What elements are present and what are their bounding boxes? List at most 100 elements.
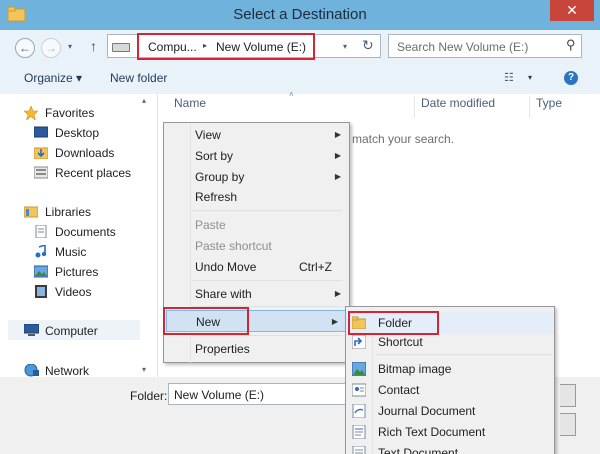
search-input[interactable]: Search New Volume (E:) ⚲ (388, 34, 582, 58)
folder-item-highlight-box (348, 311, 439, 335)
sidebar-label-network: Network (45, 364, 90, 378)
sidebar-item-pictures[interactable]: Pictures (33, 262, 174, 282)
star-icon (23, 105, 39, 121)
submenu-label-journal-document: Journal Document (378, 404, 476, 418)
submenu-arrow-icon: ▶ (331, 317, 338, 326)
search-placeholder: Search New Volume (E:) (397, 40, 529, 54)
submenu-label-bitmap-image: Bitmap image (378, 362, 452, 376)
sidebar-label-libraries: Libraries (45, 205, 92, 219)
submenu-item-bitmap-image[interactable]: Bitmap image (346, 359, 554, 379)
sidebar-label-favorites: Favorites (45, 106, 95, 120)
column-header-date-modified[interactable]: Date modified (421, 96, 495, 116)
sidebar-item-videos[interactable]: Videos (34, 282, 174, 302)
menu-item-paste-shortcut[interactable]: Paste shortcut (164, 236, 349, 256)
address-highlight-box (137, 33, 315, 60)
sidebar-label-videos: Videos (55, 285, 92, 299)
submenu-label-contact: Contact (378, 383, 420, 397)
menu-label-refresh: Refresh (195, 190, 238, 204)
music-icon (34, 243, 48, 258)
window-title: Select a Destination (233, 6, 367, 23)
menu-label-paste: Paste (195, 218, 226, 232)
select-folder-button[interactable] (560, 384, 576, 407)
new-item-highlight-box (163, 307, 249, 335)
menu-item-view[interactable]: View ▶ (164, 125, 349, 145)
submenu-item-journal-document[interactable]: Journal Document (346, 401, 554, 421)
recent-locations-dropdown[interactable]: ▾ (68, 42, 72, 51)
view-options-dropdown[interactable]: ▾ (528, 73, 532, 82)
documents-icon (34, 224, 48, 239)
menu-item-group-by[interactable]: Group by ▶ (164, 167, 349, 187)
sidebar-item-favorites[interactable]: Favorites (23, 103, 164, 123)
menu-item-paste[interactable]: Paste (164, 215, 349, 235)
libraries-icon (23, 205, 39, 218)
folder-field[interactable]: New Volume (E:) (168, 383, 348, 405)
submenu-label-rich-text-document: Rich Text Document (378, 425, 486, 439)
computer-icon (23, 323, 40, 337)
submenu-item-shortcut[interactable]: Shortcut (346, 332, 554, 352)
menu-label-sort-by: Sort by (195, 149, 234, 163)
menu-separator (192, 280, 342, 281)
submenu-item-rich-text-document[interactable]: Rich Text Document (346, 422, 554, 442)
submenu-label-shortcut: Shortcut (378, 335, 423, 349)
close-button[interactable]: ✕ (550, 0, 594, 21)
bitmap-image-icon (351, 361, 367, 377)
column-header-name[interactable]: Name (174, 96, 206, 116)
refresh-icon[interactable]: ↻ (362, 37, 374, 54)
menu-label-undo-move: Undo Move (195, 260, 257, 274)
folder-label: Folder: (130, 389, 168, 403)
pictures-icon (33, 265, 49, 278)
column-header-type[interactable]: Type (536, 96, 562, 116)
column-divider[interactable] (529, 96, 530, 118)
menu-item-refresh[interactable]: Refresh (164, 187, 349, 207)
submenu-item-text-document[interactable]: Text Document (346, 443, 554, 454)
videos-icon (34, 285, 48, 298)
cancel-button[interactable] (560, 413, 576, 436)
submenu-item-contact[interactable]: Contact (346, 380, 554, 400)
search-icon[interactable]: ⚲ (566, 37, 576, 53)
forward-button[interactable]: → (41, 38, 61, 58)
back-button[interactable]: ← (15, 38, 35, 58)
organize-button[interactable]: Organize ▾ (24, 71, 82, 85)
menu-label-paste-shortcut: Paste shortcut (195, 239, 272, 253)
menu-item-undo-move[interactable]: Undo Move Ctrl+Z (164, 257, 349, 277)
sidebar-label-pictures: Pictures (55, 265, 99, 279)
submenu-arrow-icon: ▶ (334, 151, 341, 160)
journal-document-icon (352, 403, 366, 419)
sidebar-label-downloads: Downloads (55, 146, 115, 160)
menu-item-share-with[interactable]: Share with ▶ (164, 284, 349, 304)
desktop-icon (33, 126, 49, 139)
shortcut-icon (351, 334, 367, 350)
sidebar-label-computer: Computer (45, 324, 98, 338)
address-dropdown-icon[interactable]: ▾ (343, 42, 347, 51)
menu-label-share-with: Share with (195, 287, 252, 301)
help-icon[interactable]: ? (564, 71, 578, 85)
sidebar-item-desktop[interactable]: Desktop (33, 123, 174, 143)
menu-shortcut-undo: Ctrl+Z (299, 260, 332, 274)
sidebar-item-libraries[interactable]: Libraries (23, 202, 164, 222)
submenu-label-text-document: Text Document (378, 446, 459, 454)
sidebar-item-computer[interactable]: Computer (23, 321, 164, 341)
sidebar-label-desktop: Desktop (55, 126, 100, 140)
menu-separator (376, 354, 552, 355)
sidebar-item-recent-places[interactable]: Recent places (33, 163, 174, 183)
change-view-icon[interactable]: ☷ (504, 71, 514, 84)
downloads-icon (33, 146, 49, 160)
sort-ascending-icon: ˄ (289, 90, 294, 99)
rich-text-document-icon (352, 424, 366, 440)
menu-label-properties: Properties (195, 342, 250, 356)
menu-label-group-by: Group by (195, 170, 245, 184)
menu-item-sort-by[interactable]: Sort by ▶ (164, 146, 349, 166)
sidebar-label-documents: Documents (55, 225, 116, 239)
column-divider[interactable] (414, 96, 415, 118)
sidebar-item-music[interactable]: Music (34, 242, 174, 262)
sidebar-label-recent-places: Recent places (55, 166, 132, 180)
up-button[interactable]: ↑ (90, 38, 97, 54)
new-folder-button[interactable]: New folder (110, 71, 167, 85)
sidebar-item-documents[interactable]: Documents (34, 222, 174, 242)
sidebar-item-downloads[interactable]: Downloads (33, 143, 174, 163)
menu-item-properties[interactable]: Properties (164, 339, 349, 359)
folder-field-value: New Volume (E:) (174, 388, 265, 402)
text-document-icon (352, 445, 366, 454)
network-icon (24, 363, 39, 377)
submenu-arrow-icon: ▶ (334, 172, 341, 181)
